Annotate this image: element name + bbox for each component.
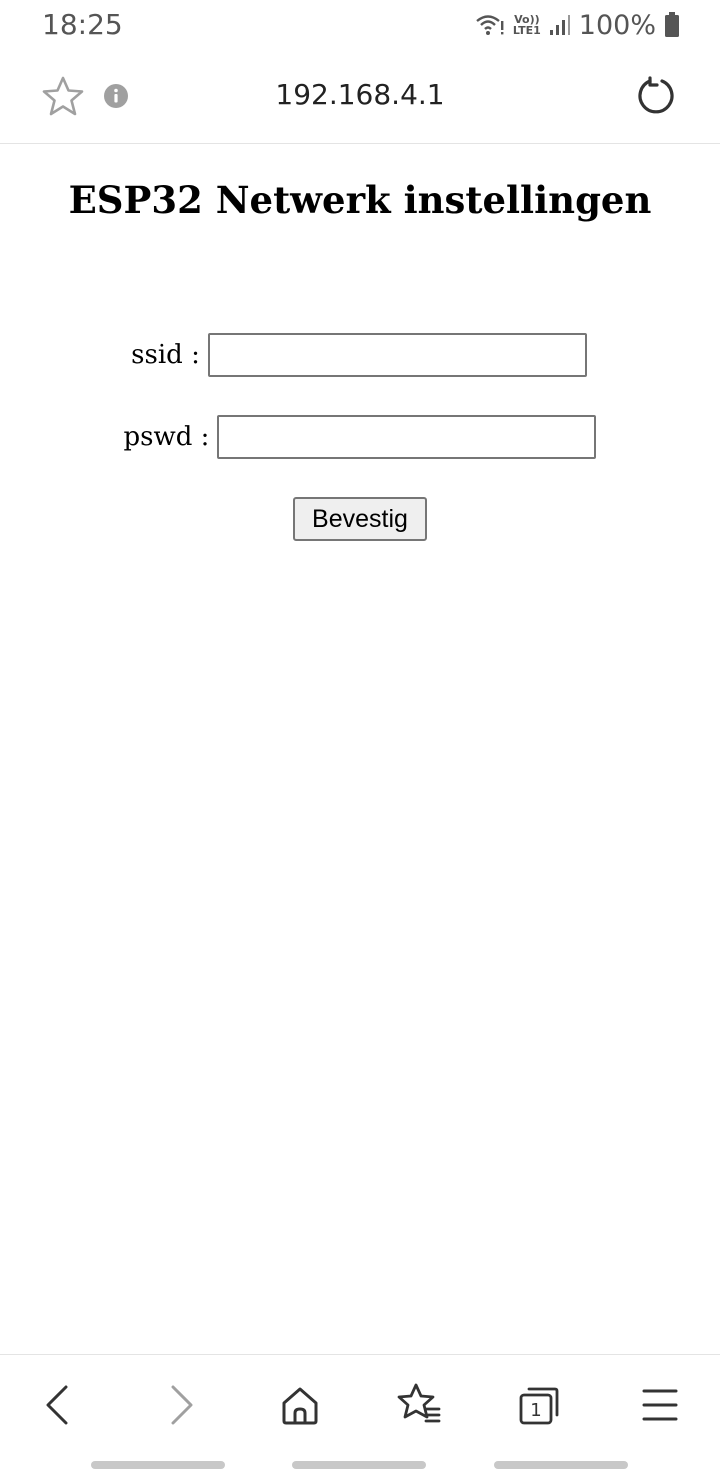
ssid-label: ssid :: [131, 340, 200, 370]
ssid-row: ssid :: [0, 333, 720, 377]
star-icon[interactable]: [42, 76, 84, 121]
info-icon[interactable]: [104, 84, 128, 113]
tab-count: 1: [530, 1400, 541, 1421]
menu-icon[interactable]: [636, 1381, 684, 1429]
pswd-label: pswd :: [123, 422, 210, 452]
submit-button[interactable]: Bevestig: [293, 497, 427, 541]
signal-icon: [549, 14, 571, 36]
ssid-input[interactable]: [207, 333, 587, 377]
status-bar: 18:25 Vo)) LTE1 100%: [0, 0, 720, 50]
gesture-pill[interactable]: [292, 1461, 426, 1469]
back-icon[interactable]: [34, 1381, 82, 1429]
bookmarks-icon[interactable]: [396, 1381, 444, 1429]
reload-icon[interactable]: [636, 76, 676, 121]
gesture-pill[interactable]: [91, 1461, 225, 1469]
pswd-row: pswd :: [0, 415, 720, 459]
wifi-icon: [475, 13, 505, 37]
network-type: Vo)) LTE1: [512, 13, 541, 37]
bottom-nav: 1: [0, 1354, 720, 1450]
browser-toolbar: 192.168.4.1: [0, 50, 720, 144]
battery-icon: [664, 12, 680, 38]
page-title: ESP32 Netwerk instellingen: [68, 178, 652, 222]
status-icons: Vo)) LTE1 100%: [475, 8, 680, 42]
tabs-icon[interactable]: 1: [515, 1381, 563, 1429]
home-icon[interactable]: [276, 1381, 324, 1429]
forward-icon[interactable]: [157, 1381, 205, 1429]
gesture-pill[interactable]: [494, 1461, 628, 1469]
gesture-bar: [0, 1450, 720, 1480]
pswd-input[interactable]: [217, 415, 597, 459]
battery-percent: 100%: [578, 9, 656, 41]
status-time: 18:25: [42, 8, 123, 41]
url-bar[interactable]: 192.168.4.1: [160, 78, 560, 111]
